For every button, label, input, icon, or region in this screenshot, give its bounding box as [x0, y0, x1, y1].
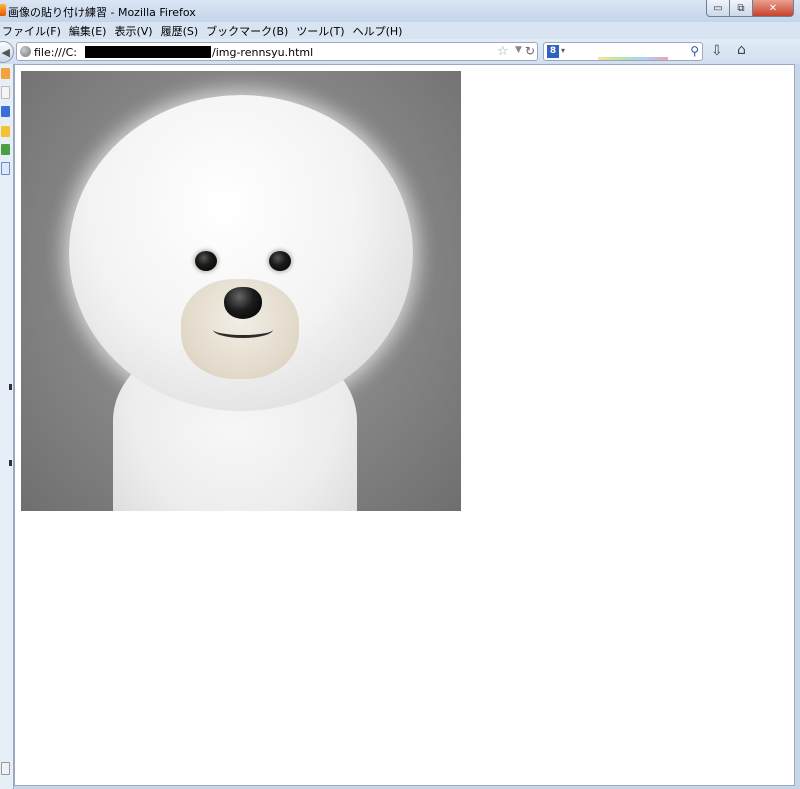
menu-help[interactable]: ヘルプ(H) [349, 23, 407, 39]
sidebar-icon-orange[interactable] [1, 68, 10, 79]
back-arrow-icon: ◀ [1, 46, 10, 59]
url-redaction [85, 46, 211, 58]
sidebar-grip-bottom[interactable] [9, 460, 12, 466]
dog-eye-left [195, 251, 217, 271]
sidebar-icon-green[interactable] [1, 144, 10, 155]
page-content [14, 64, 795, 786]
globe-icon [20, 46, 31, 57]
home-icon[interactable]: ⌂ [737, 42, 746, 58]
search-decoration [598, 57, 668, 60]
firefox-icon [0, 4, 6, 16]
sidebar-icon-blue[interactable] [1, 106, 10, 117]
menu-bar: ファイル(F) 編集(E) 表示(V) 履歴(S) ブックマーク(B) ツール(… [0, 22, 800, 39]
url-prefix: file:///C: [34, 46, 77, 59]
search-icon[interactable]: ⚲ [690, 44, 699, 58]
navigation-toolbar: ◀ file:///C: /img-rennsyu.html ☆ ▼ ↻ 8 ▾… [0, 39, 800, 64]
dog-eye-right [269, 251, 291, 271]
bookmark-star-icon[interactable]: ☆ [497, 44, 509, 59]
menu-view[interactable]: 表示(V) [110, 23, 156, 39]
download-icon[interactable]: ⇩ [711, 43, 723, 59]
search-bar[interactable]: 8 ▾ ⚲ [543, 42, 703, 61]
search-engine-dropdown-icon[interactable]: ▾ [561, 46, 565, 55]
menu-history[interactable]: 履歴(S) [157, 23, 203, 39]
url-suffix: /img-rennsyu.html [212, 46, 314, 59]
menu-file[interactable]: ファイル(F) [0, 23, 65, 39]
title-bar: 画像の貼り付け練習 - Mozilla Firefox ▭ ⧉ ✕ [0, 0, 800, 22]
window-controls: ▭ ⧉ ✕ [706, 0, 794, 17]
sidebar-grip-top[interactable] [9, 384, 12, 390]
close-button[interactable]: ✕ [752, 0, 794, 17]
restore-button[interactable]: ⧉ [729, 0, 753, 17]
url-history-dropdown-icon[interactable]: ▼ [515, 45, 522, 55]
sidebar-icon-page[interactable] [1, 162, 10, 175]
window-title: 画像の貼り付け練習 - Mozilla Firefox [8, 6, 196, 19]
sidebar-icon-blank[interactable] [1, 86, 10, 99]
url-bar[interactable]: file:///C: /img-rennsyu.html ☆ ▼ ↻ [16, 42, 538, 61]
dog-mouth [213, 321, 273, 338]
menu-edit[interactable]: 編集(E) [65, 23, 111, 39]
sidebar-icon-bottom[interactable] [1, 762, 10, 775]
dog-nose [224, 287, 262, 319]
search-engine-icon[interactable]: 8 [547, 45, 559, 58]
minimize-button[interactable]: ▭ [706, 0, 730, 17]
sidebar-icon-yellow[interactable] [1, 126, 10, 137]
window-right-frame [795, 64, 800, 789]
sidebar-strip [0, 64, 14, 789]
reload-icon[interactable]: ↻ [525, 44, 535, 58]
menu-bookmarks[interactable]: ブックマーク(B) [202, 23, 292, 39]
back-button[interactable]: ◀ [0, 41, 14, 63]
menu-tools[interactable]: ツール(T) [292, 23, 348, 39]
dog-image [21, 71, 461, 511]
